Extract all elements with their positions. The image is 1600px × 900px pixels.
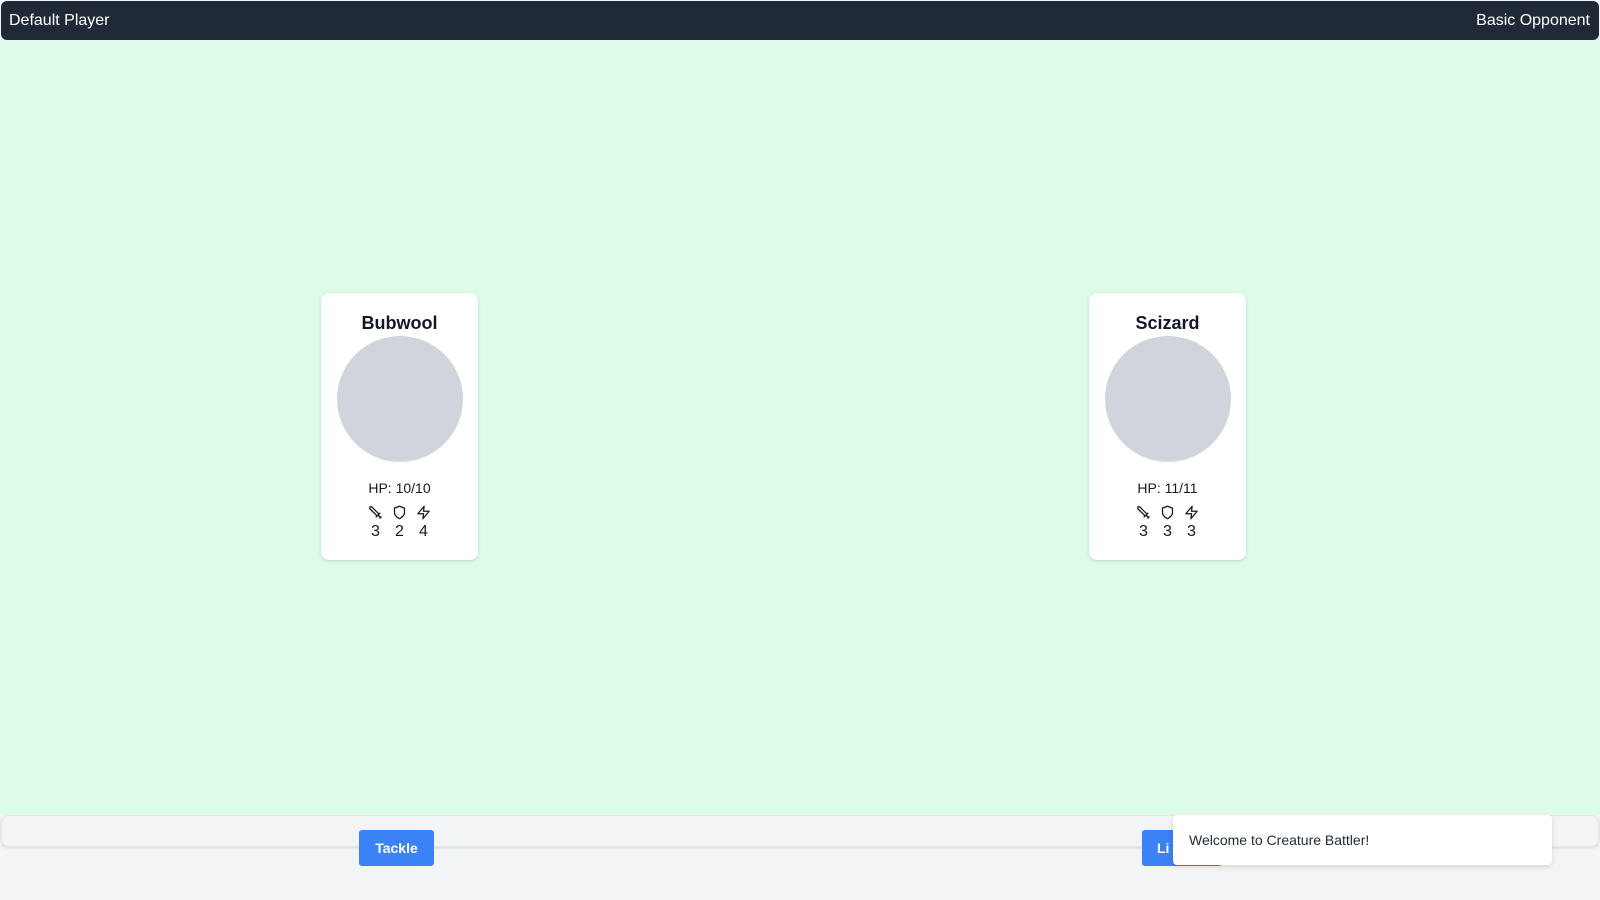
speed-value: 3 (1187, 523, 1196, 540)
speed-stat: 3 (1183, 505, 1200, 540)
attack-value: 3 (1139, 523, 1148, 540)
creature-name: Scizard (1135, 313, 1200, 333)
shield-icon (393, 505, 406, 520)
creature-hp: HP: 11/11 (1137, 480, 1198, 496)
opponent-name: Basic Opponent (1476, 11, 1590, 29)
sword-icon (1137, 506, 1150, 519)
attack-stat: 3 (1135, 505, 1152, 540)
opponent-creature-card: Scizard HP: 11/11 3 3 3 (1089, 293, 1246, 560)
tackle-button[interactable]: Tackle (359, 830, 434, 866)
player-creature-card: Bubwool HP: 10/10 3 2 4 (321, 293, 478, 560)
toast-notification: Welcome to Creature Battler! (1173, 815, 1552, 865)
top-bar: Default Player Basic Opponent (1, 1, 1599, 40)
attack-stat: 3 (367, 505, 384, 540)
shield-icon (1161, 505, 1174, 520)
attack-value: 3 (371, 523, 380, 540)
toast-message: Welcome to Creature Battler! (1189, 832, 1370, 848)
creature-stats: 3 3 3 (1135, 505, 1200, 540)
player-name: Default Player (9, 11, 110, 29)
creature-stats: 3 2 4 (367, 505, 432, 540)
defense-value: 3 (1163, 523, 1172, 540)
lightning-icon (417, 505, 430, 520)
defense-value: 2 (395, 523, 404, 540)
defense-stat: 2 (391, 505, 408, 540)
defense-stat: 3 (1159, 505, 1176, 540)
sword-icon (369, 506, 382, 519)
speed-value: 4 (419, 523, 428, 540)
creature-name: Bubwool (361, 313, 438, 333)
creature-avatar (1104, 336, 1231, 462)
creature-hp: HP: 10/10 (368, 480, 431, 496)
creature-avatar (336, 336, 463, 462)
battle-arena: Bubwool HP: 10/10 3 2 4 Scizard HP: 11/1… (0, 40, 1600, 814)
lightning-icon (1185, 505, 1198, 520)
speed-stat: 4 (415, 505, 432, 540)
